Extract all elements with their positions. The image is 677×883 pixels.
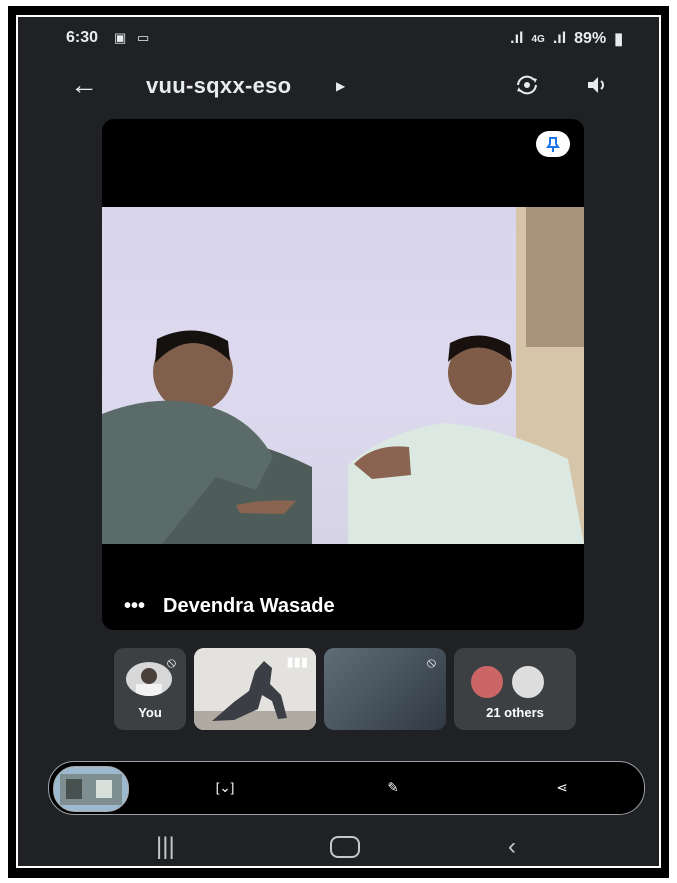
video-status-icon: ▭ <box>137 30 150 45</box>
crop-edit-icon: ✎ <box>387 780 399 795</box>
bottom-toolbar: [⌄] ✎ ⋖ <box>48 761 645 815</box>
screen-share-button[interactable]: [⌄] <box>199 762 251 814</box>
meeting-thumbnail[interactable] <box>53 766 129 812</box>
participant-name: Devendra Wasade <box>163 595 335 617</box>
avatar <box>126 662 172 696</box>
more-options-icon[interactable]: ••• <box>124 595 145 618</box>
camera-switch-icon[interactable] <box>513 71 541 104</box>
share-icon: ⋖ <box>556 780 568 795</box>
share-button[interactable]: ⋖ <box>536 762 588 814</box>
signal-icon-2: .ıl <box>552 30 567 47</box>
pin-icon[interactable] <box>536 131 570 157</box>
recent-apps-icon[interactable]: ||| <box>156 833 175 861</box>
status-icons: .ıl 4G .ıl 89% ▮ <box>510 29 623 49</box>
participant-tile-video[interactable]: ▮▮▮ <box>194 648 316 730</box>
crop-edit-button[interactable]: ✎ <box>367 762 419 814</box>
tile-label: 21 others <box>486 705 544 720</box>
participant-tile-dark[interactable]: ⦸ <box>324 648 446 730</box>
status-bar: 6:30 ▣ ▭ .ıl 4G .ıl 89% ▮ <box>18 17 659 61</box>
audio-level-icon: ▮▮▮ <box>286 654 308 669</box>
pinned-video-stage[interactable]: ••• Devendra Wasade <box>102 119 584 630</box>
self-tile[interactable]: ⦸ You <box>114 648 186 730</box>
mic-off-icon: ⦸ <box>166 654 176 670</box>
avatar <box>510 664 546 700</box>
speaker-icon[interactable] <box>583 71 611 104</box>
phone-screen: 6:30 ▣ ▭ .ıl 4G .ıl 89% ▮ ← vuu-sqxx-eso… <box>16 15 661 868</box>
battery-level: 89% <box>574 30 607 47</box>
network-4g-icon: 4G <box>531 33 545 45</box>
tile-label: You <box>138 705 162 720</box>
meeting-header: ← vuu-sqxx-eso ▶ <box>18 65 659 109</box>
participant-video <box>102 207 584 544</box>
system-nav-bar: ||| ‹ <box>18 825 659 866</box>
status-time: 6:30 <box>66 29 99 46</box>
avatar <box>469 664 505 700</box>
meeting-info-chevron-icon[interactable]: ▶ <box>336 79 345 93</box>
participant-tiles: ⦸ You ▮▮▮ ⦸ 21 others <box>114 648 576 730</box>
meeting-code[interactable]: vuu-sqxx-eso <box>146 73 291 99</box>
others-tile[interactable]: 21 others <box>454 648 576 730</box>
back-icon[interactable]: ‹ <box>508 833 516 861</box>
mic-off-icon: ⦸ <box>426 654 436 670</box>
back-arrow-icon[interactable]: ← <box>70 69 98 101</box>
battery-icon: ▮ <box>614 31 623 48</box>
active-speaker-label: ••• Devendra Wasade <box>124 595 335 618</box>
gallery-icon: ▣ <box>114 30 127 45</box>
screen-share-icon: [⌄] <box>215 780 235 795</box>
signal-icon: .ıl <box>510 30 524 47</box>
home-icon[interactable] <box>330 836 360 858</box>
